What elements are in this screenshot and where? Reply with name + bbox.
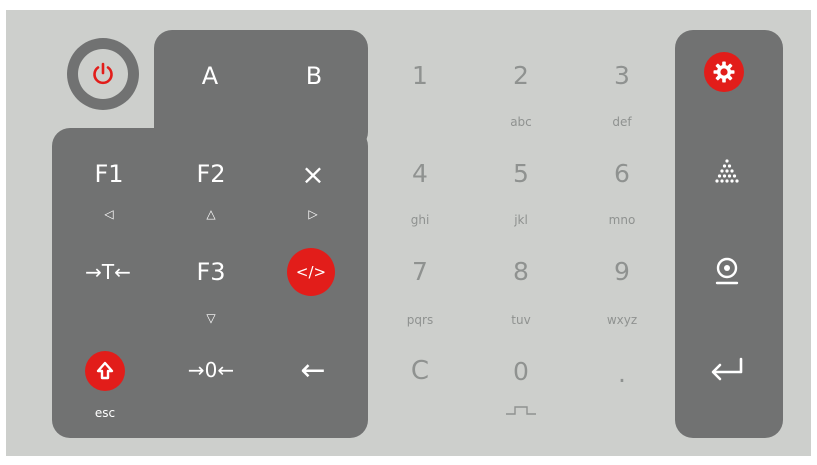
arrow-left-label: ◁	[104, 207, 114, 221]
key-2[interactable]: 2	[501, 58, 541, 92]
shift-up-icon	[96, 361, 114, 381]
arrow-down-label: ▽	[206, 311, 216, 325]
key-6-letters: mno	[608, 213, 636, 227]
key-clear[interactable]: C	[400, 354, 440, 388]
key-5[interactable]: 5	[501, 156, 541, 190]
key-3-letters: def	[612, 115, 632, 129]
key-4[interactable]: 4	[400, 156, 440, 190]
gear-icon	[713, 61, 735, 83]
key-tare[interactable]: →T←	[76, 254, 140, 290]
key-8-letters: tuv	[511, 313, 531, 327]
dots-pyramid-icon[interactable]	[713, 158, 741, 186]
key-7[interactable]: 7	[400, 254, 440, 288]
key-f3[interactable]: F3	[186, 254, 236, 290]
key-7-letters: pqrs	[406, 313, 434, 327]
key-5-letters: jkl	[514, 213, 528, 227]
space-icon	[505, 404, 537, 416]
arrow-right-label: ▷	[308, 207, 318, 221]
arrow-up-label: △	[206, 207, 216, 221]
enter-icon[interactable]	[708, 356, 746, 384]
key-decimal[interactable]: .	[602, 356, 642, 390]
key-8[interactable]: 8	[501, 254, 541, 288]
key-close[interactable]: ×	[290, 156, 336, 192]
settings-button[interactable]	[704, 52, 744, 92]
key-f2[interactable]: F2	[186, 156, 236, 192]
key-3[interactable]: 3	[602, 58, 642, 92]
code-button-label: </>	[295, 263, 327, 281]
key-6[interactable]: 6	[602, 156, 642, 190]
key-a[interactable]: A	[188, 58, 232, 94]
key-b[interactable]: B	[292, 58, 336, 94]
key-backspace[interactable]: ←	[288, 352, 338, 388]
key-9[interactable]: 9	[602, 254, 642, 288]
power-icon	[92, 62, 114, 86]
key-zero-set[interactable]: →0←	[178, 352, 244, 388]
key-4-letters: ghi	[410, 213, 430, 227]
key-0[interactable]: 0	[501, 354, 541, 388]
power-button-inner	[78, 49, 128, 99]
target-icon[interactable]	[713, 256, 741, 286]
power-button[interactable]	[67, 38, 139, 110]
esc-label: esc	[94, 406, 116, 420]
code-button[interactable]: </>	[287, 248, 335, 296]
key-2-letters: abc	[510, 115, 532, 129]
shift-button[interactable]	[85, 351, 125, 391]
key-1[interactable]: 1	[400, 58, 440, 92]
key-9-letters: wxyz	[606, 313, 638, 327]
key-f1[interactable]: F1	[84, 156, 134, 192]
